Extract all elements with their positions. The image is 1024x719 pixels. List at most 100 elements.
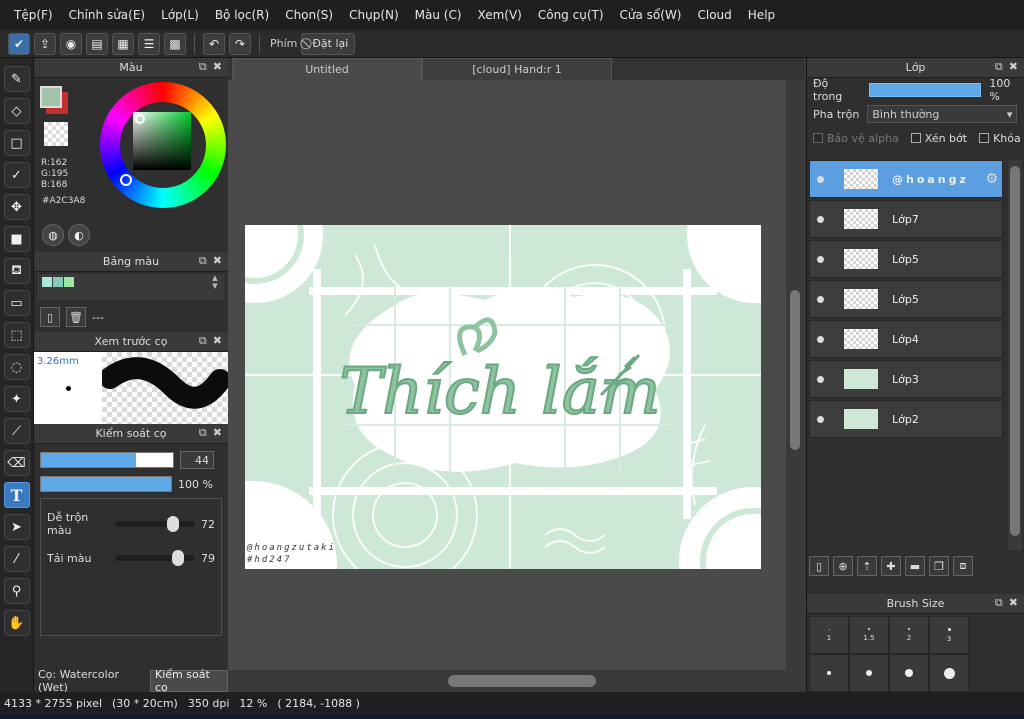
merge-layer-icon[interactable]: ⧈ [953,556,973,576]
color-history-icon[interactable]: ◐ [68,224,90,246]
palette-icon[interactable]: ◍ [42,224,64,246]
close-icon[interactable]: ✖ [213,254,222,268]
lock-checkbox[interactable]: Khóa [979,132,1021,145]
canvas-vertical-scrollbar[interactable] [786,80,804,670]
layer-opacity-slider[interactable] [868,83,982,97]
menu-capture[interactable]: Chụp(N) [341,0,407,30]
gradient-tool-icon[interactable]: ▭ [3,290,30,316]
redo-icon[interactable]: ↷ [229,32,251,55]
list-icon[interactable]: ☰ [138,32,160,55]
sv-cursor[interactable] [135,114,145,124]
brush-size-option[interactable]: 1 [809,616,849,654]
folder-icon[interactable]: ▬ [905,556,925,576]
fill-rect-tool-icon[interactable]: ■ [3,226,30,252]
load-slider[interactable] [115,550,195,566]
visibility-icon[interactable] [810,215,830,223]
popout-icon[interactable]: ⧉ [199,254,207,268]
tab-brush[interactable]: Cọ: Watercolor (Wet) [34,668,150,694]
chat-icon[interactable]: ▤ [86,32,108,55]
import-layer-icon[interactable]: ⇡ [857,556,877,576]
tab-cloud-doc[interactable]: [cloud] Hand:r 1 [422,58,612,80]
close-icon[interactable]: ✖ [213,426,222,440]
comment-icon[interactable]: ◉ [60,32,82,55]
layer-item[interactable]: Lớp7 [809,200,1003,238]
tab-untitled[interactable]: Untitled [232,58,422,80]
text-tool-icon[interactable]: T [3,482,30,508]
layer-item[interactable]: Lớp3 [809,360,1003,398]
canvas-horizontal-scrollbar[interactable] [228,670,804,692]
magic-wand-tool-icon[interactable]: ✦ [3,386,30,412]
hand-tool-icon[interactable]: ✋ [3,610,30,636]
menu-select[interactable]: Chọn(S) [277,0,341,30]
popout-icon[interactable]: ⧉ [199,426,207,440]
brush-opacity-slider[interactable] [40,476,172,492]
checklist-icon[interactable]: ▩ [164,32,186,55]
load-slider-knob[interactable] [172,550,185,566]
color-wheel[interactable] [100,82,226,208]
brush-size-option[interactable] [929,654,969,692]
visibility-icon[interactable] [810,335,830,343]
scroll-thumb[interactable] [790,290,800,450]
menu-cloud[interactable]: Cloud [690,0,740,30]
reset-button[interactable]: ⃠ Đặt lại [301,32,356,55]
protect-alpha-checkbox[interactable]: Bảo vệ alpha [813,132,899,145]
menu-color[interactable]: Màu (C) [407,0,470,30]
brush-size-value[interactable]: 44 [180,451,214,469]
new-swatch-icon[interactable]: ▯ [40,307,60,327]
popout-icon[interactable]: ⧉ [995,596,1003,610]
layer-list-scrollbar[interactable] [1008,160,1022,550]
gear-icon[interactable]: ⚙ [985,171,998,187]
divide-tool-icon[interactable]: ⁄ [3,546,30,572]
move-tool-icon[interactable]: ✥ [3,194,30,220]
scroll-thumb[interactable] [1010,166,1020,536]
trash-icon[interactable]: 🗑 [66,307,86,327]
pen-tool-icon[interactable]: ✓ [3,162,30,188]
brush-size-option[interactable] [849,654,889,692]
rect-select-tool-icon[interactable]: ⬚ [3,322,30,348]
transparent-color-swatch[interactable] [44,122,68,146]
add-layer-menu-icon[interactable]: ✚ [881,556,901,576]
menu-tools[interactable]: Công cụ(T) [530,0,612,30]
select-pen-tool-icon[interactable]: ⟋ [3,418,30,444]
close-icon[interactable]: ✖ [213,334,222,348]
mix-slider-knob[interactable] [166,516,179,532]
eyedropper-tool-icon[interactable]: ⚲ [3,578,30,604]
operation-tool-icon[interactable]: ➤ [3,514,30,540]
lasso-tool-icon[interactable]: ◌ [3,354,30,380]
visibility-icon[interactable] [810,295,830,303]
brush-size-slider[interactable] [40,452,174,468]
close-icon[interactable]: ✖ [1009,596,1018,610]
brush-size-option[interactable] [889,654,929,692]
layer-item[interactable]: @hoangz ⚙ [809,160,1003,198]
menu-layer[interactable]: Lớp(L) [153,0,207,30]
main-color-swatch[interactable] [40,86,62,108]
tab-brush-control[interactable]: Kiểm soát cọ [150,668,228,694]
select-eraser-tool-icon[interactable]: ⌫ [3,450,30,476]
new-layer-from-copy-icon[interactable]: ⊕ [833,556,853,576]
visibility-icon[interactable] [810,255,830,263]
layer-item[interactable]: Lớp5 [809,280,1003,318]
swatch-color[interactable] [53,277,63,287]
swatch-color[interactable] [64,277,74,287]
rectangle-tool-icon[interactable]: □ [3,130,30,156]
document-icon[interactable]: ▦ [112,32,134,55]
layer-item[interactable]: Lớp5 [809,240,1003,278]
new-layer-icon[interactable]: ▯ [809,556,829,576]
menu-filter[interactable]: Bộ lọc(R) [207,0,277,30]
mix-slider[interactable] [115,516,195,532]
cloud-sync-icon[interactable]: ✔ [8,32,30,55]
popout-icon[interactable]: ⧉ [995,60,1003,74]
brush-size-option[interactable]: 3 [929,616,969,654]
popout-icon[interactable]: ⧉ [199,60,207,74]
popout-icon[interactable]: ⧉ [199,334,207,348]
visibility-icon[interactable] [810,415,830,423]
swatch-scrollbar[interactable]: ▲ ▼ [208,274,222,302]
artwork-canvas[interactable]: Thích lắm @hoangzutaki #hd247 [245,225,761,569]
visibility-icon[interactable] [810,375,830,383]
layer-item[interactable]: Lớp4 [809,320,1003,358]
scroll-thumb[interactable] [448,675,596,687]
swatch-color[interactable] [42,277,52,287]
brush-tool-icon[interactable]: ✎ [3,66,30,92]
layer-item[interactable]: Lớp2 [809,400,1003,438]
undo-icon[interactable]: ↶ [203,32,225,55]
